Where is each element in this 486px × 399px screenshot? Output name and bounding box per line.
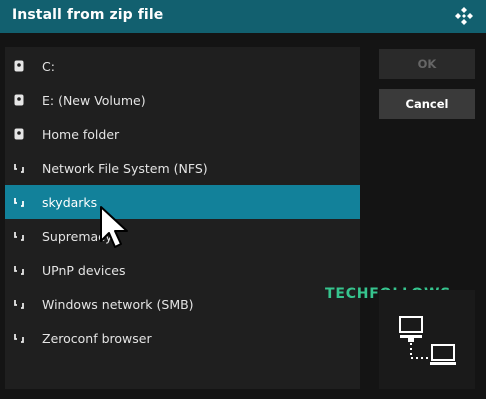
source-item-nfs[interactable]: Network File System (NFS) (5, 151, 360, 185)
source-item-skydarks[interactable]: skydarks (5, 185, 360, 219)
kodi-logo-icon (455, 7, 473, 25)
source-item-label: E: (New Volume) (42, 92, 146, 108)
source-list: C: E: (New Volume) Home folder Network F… (5, 47, 360, 389)
source-item-home-folder[interactable]: Home folder (5, 117, 360, 151)
network-share-icon (14, 300, 24, 309)
network-share-icon (14, 164, 24, 173)
drive-icon (14, 128, 24, 140)
dialog-title: Install from zip file (12, 7, 164, 23)
cancel-button[interactable]: Cancel (379, 89, 475, 119)
source-item-supremacy[interactable]: Supremacy (5, 219, 360, 253)
dialog-titlebar: Install from zip file (0, 0, 486, 33)
source-item-smb[interactable]: Windows network (SMB) (5, 287, 360, 321)
source-item-e-drive[interactable]: E: (New Volume) (5, 83, 360, 117)
source-item-label: Network File System (NFS) (42, 160, 208, 176)
source-item-c-drive[interactable]: C: (5, 49, 360, 83)
source-item-label: C: (42, 58, 55, 74)
drive-icon (14, 94, 24, 106)
source-item-upnp[interactable]: UPnP devices (5, 253, 360, 287)
source-item-label: UPnP devices (42, 262, 126, 278)
source-item-label: Windows network (SMB) (42, 296, 194, 312)
drive-icon (14, 60, 24, 72)
network-share-icon (14, 198, 24, 207)
network-computers-icon (399, 316, 456, 365)
network-share-icon (14, 334, 24, 343)
ok-button[interactable]: OK (379, 49, 475, 79)
source-item-label: Home folder (42, 126, 120, 142)
source-item-label: Zeroconf browser (42, 330, 152, 346)
network-share-icon (14, 266, 24, 275)
source-item-zeroconf[interactable]: Zeroconf browser (5, 321, 360, 355)
preview-panel (379, 290, 475, 389)
source-item-label: skydarks (42, 194, 98, 210)
mouse-pointer-icon (100, 206, 128, 248)
network-share-icon (14, 232, 24, 241)
